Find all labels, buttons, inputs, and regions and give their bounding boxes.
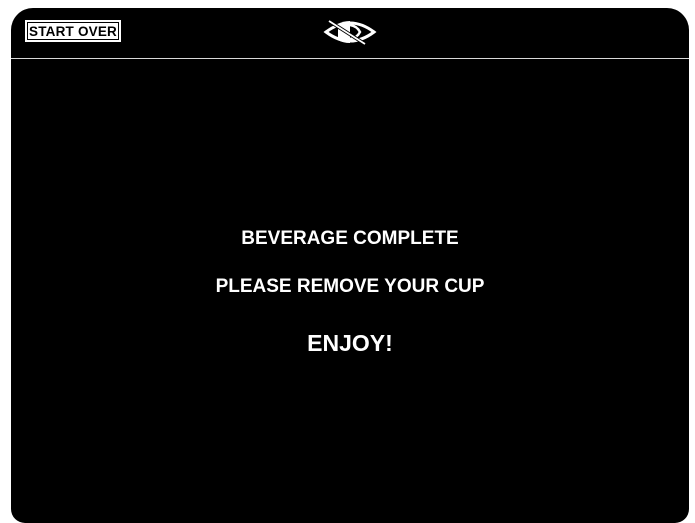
- start-over-button[interactable]: START OVER: [25, 20, 122, 42]
- remove-cup-message: PLEASE REMOVE YOUR CUP: [215, 276, 485, 297]
- beverage-complete-message: BEVERAGE COMPLETE: [241, 228, 459, 249]
- eye-logo-icon: [323, 19, 377, 46]
- top-bar: START OVER: [11, 8, 689, 58]
- enjoy-message: ENJOY!: [307, 330, 393, 356]
- kiosk-screen: START OVER BEVERAGE COMPLETE PLEASE REMO…: [11, 8, 689, 523]
- header-divider: [11, 58, 689, 59]
